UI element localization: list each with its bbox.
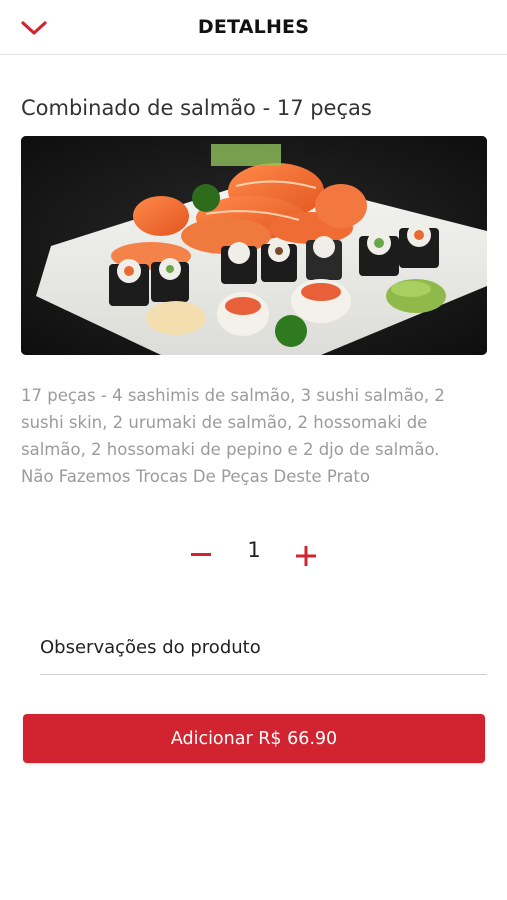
description-line: Não Fazemos Trocas De Peças Deste Prato [21,467,370,486]
add-to-cart-button[interactable]: Adicionar R$ 66.90 [23,714,485,763]
top-bar: DETALHES [0,0,507,55]
product-description: 17 peças - 4 sashimis de salmão, 3 sushi… [21,382,491,490]
product-title: Combinado de salmão - 17 peças [21,96,372,120]
minus-icon [191,553,211,556]
page-title: DETALHES [197,16,310,38]
increase-quantity-button[interactable] [293,543,319,569]
description-line: salmão, 2 hossomaki de pepino e 2 djo de… [21,440,440,459]
quantity-value: 1 [247,538,261,562]
observations-input[interactable] [40,620,487,675]
decrease-quantity-button[interactable] [188,540,214,570]
description-line: 17 peças - 4 sashimis de salmão, 3 sushi… [21,386,445,405]
quantity-stepper: 1 [0,530,507,580]
plus-icon [296,546,316,566]
description-line: sushi skin, 2 urumaki de salmão, 2 hosso… [21,413,428,432]
product-image [21,136,487,355]
